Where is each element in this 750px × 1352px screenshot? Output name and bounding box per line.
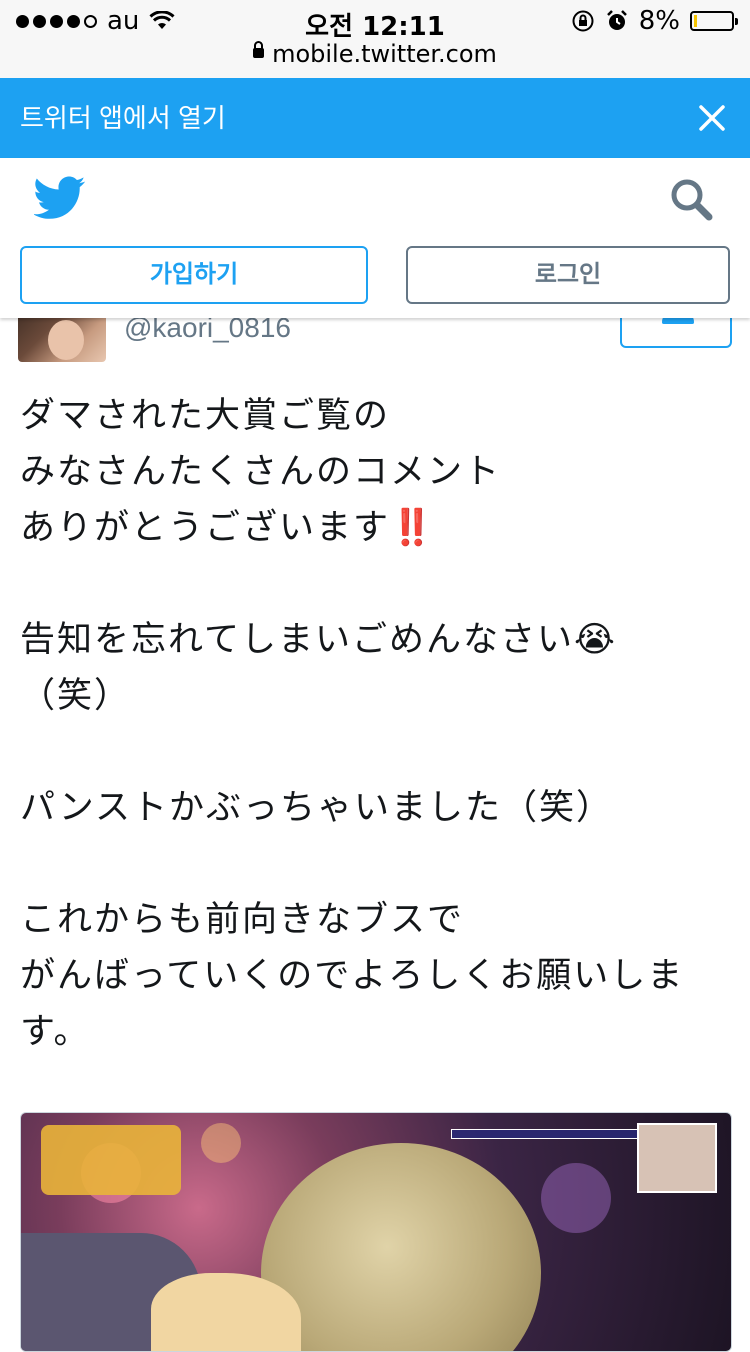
twitter-bird-icon[interactable] [34, 176, 86, 220]
signup-button[interactable]: 가입하기 [20, 246, 368, 304]
tv-show-logo [41, 1125, 181, 1195]
tv-caption-box [451, 1129, 665, 1139]
alarm-icon [606, 10, 627, 30]
site-header: 가입하기 로그인 [0, 158, 750, 318]
close-icon[interactable] [692, 98, 732, 138]
url-text: mobile.twitter.com [272, 40, 497, 68]
battery-percent: 8% [638, 6, 680, 36]
search-icon[interactable] [668, 176, 714, 222]
open-in-app-text[interactable]: 트위터 앱에서 열기 [20, 78, 226, 158]
status-right: 8% [571, 6, 738, 36]
open-in-app-banner[interactable]: 트위터 앱에서 열기 [0, 78, 750, 158]
tv-inset-face [637, 1123, 717, 1193]
status-bar: au 오전 12:11 8% mobile.twitter.com [0, 0, 750, 78]
tweet-text: ダマされた大賞ご覧の みなさんたくさんのコメント ありがとうございます‼️ 告知… [20, 396, 685, 1052]
orientation-lock-icon [572, 10, 594, 32]
login-button[interactable]: 로그인 [406, 246, 730, 304]
battery-icon [690, 11, 738, 31]
lock-icon [253, 41, 265, 58]
address-bar[interactable]: mobile.twitter.com [0, 40, 750, 68]
tweet-media-image[interactable] [20, 1112, 732, 1352]
